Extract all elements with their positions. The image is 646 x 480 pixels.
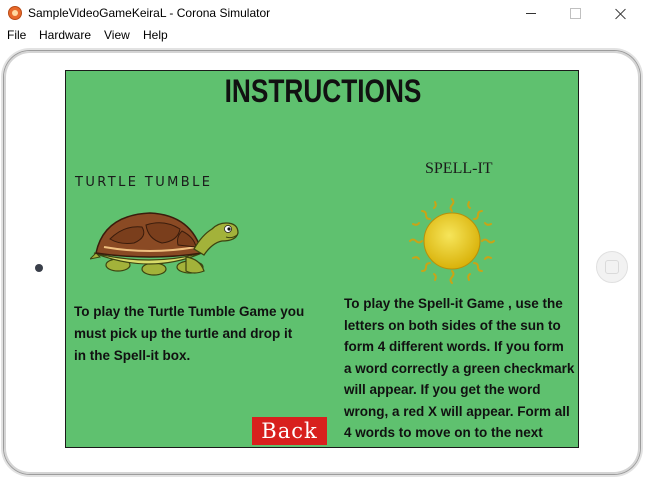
- menu-file[interactable]: File: [7, 28, 26, 42]
- home-button[interactable]: [596, 251, 628, 283]
- close-icon: [615, 8, 627, 20]
- window-title: SampleVideoGameKeiraL - Corona Simulator: [28, 6, 271, 20]
- spell-it-instructions: To play the Spell-it Game , use the lett…: [344, 296, 575, 447]
- maximize-button[interactable]: [552, 0, 598, 27]
- minimize-button[interactable]: [508, 0, 554, 27]
- instructions-heading: INSTRUCTIONS: [224, 73, 422, 109]
- menu-hardware[interactable]: Hardware: [39, 28, 91, 42]
- back-button[interactable]: Back: [252, 417, 327, 445]
- turtle-icon[interactable]: [90, 209, 246, 281]
- menu-help[interactable]: Help: [143, 28, 168, 42]
- corona-app-icon: [8, 6, 22, 20]
- sun-icon: [409, 198, 495, 284]
- window-title-bar: SampleVideoGameKeiraL - Corona Simulator: [0, 0, 646, 27]
- menu-view[interactable]: View: [104, 28, 130, 42]
- maximize-icon: [569, 8, 581, 19]
- menu-bar: File Hardware View Help: [0, 27, 646, 46]
- minimize-icon: [526, 13, 536, 14]
- turtle-tumble-instructions: To play the Turtle Tumble Game you must …: [74, 304, 305, 363]
- game-screen: INSTRUCTIONS TURTLE TUMBLE SPELL-IT To p…: [65, 70, 579, 448]
- spell-it-title: SPELL-IT: [425, 160, 493, 177]
- camera-icon: [35, 264, 43, 272]
- close-button[interactable]: [598, 0, 644, 27]
- turtle-tumble-title: TURTLE TUMBLE: [75, 175, 213, 190]
